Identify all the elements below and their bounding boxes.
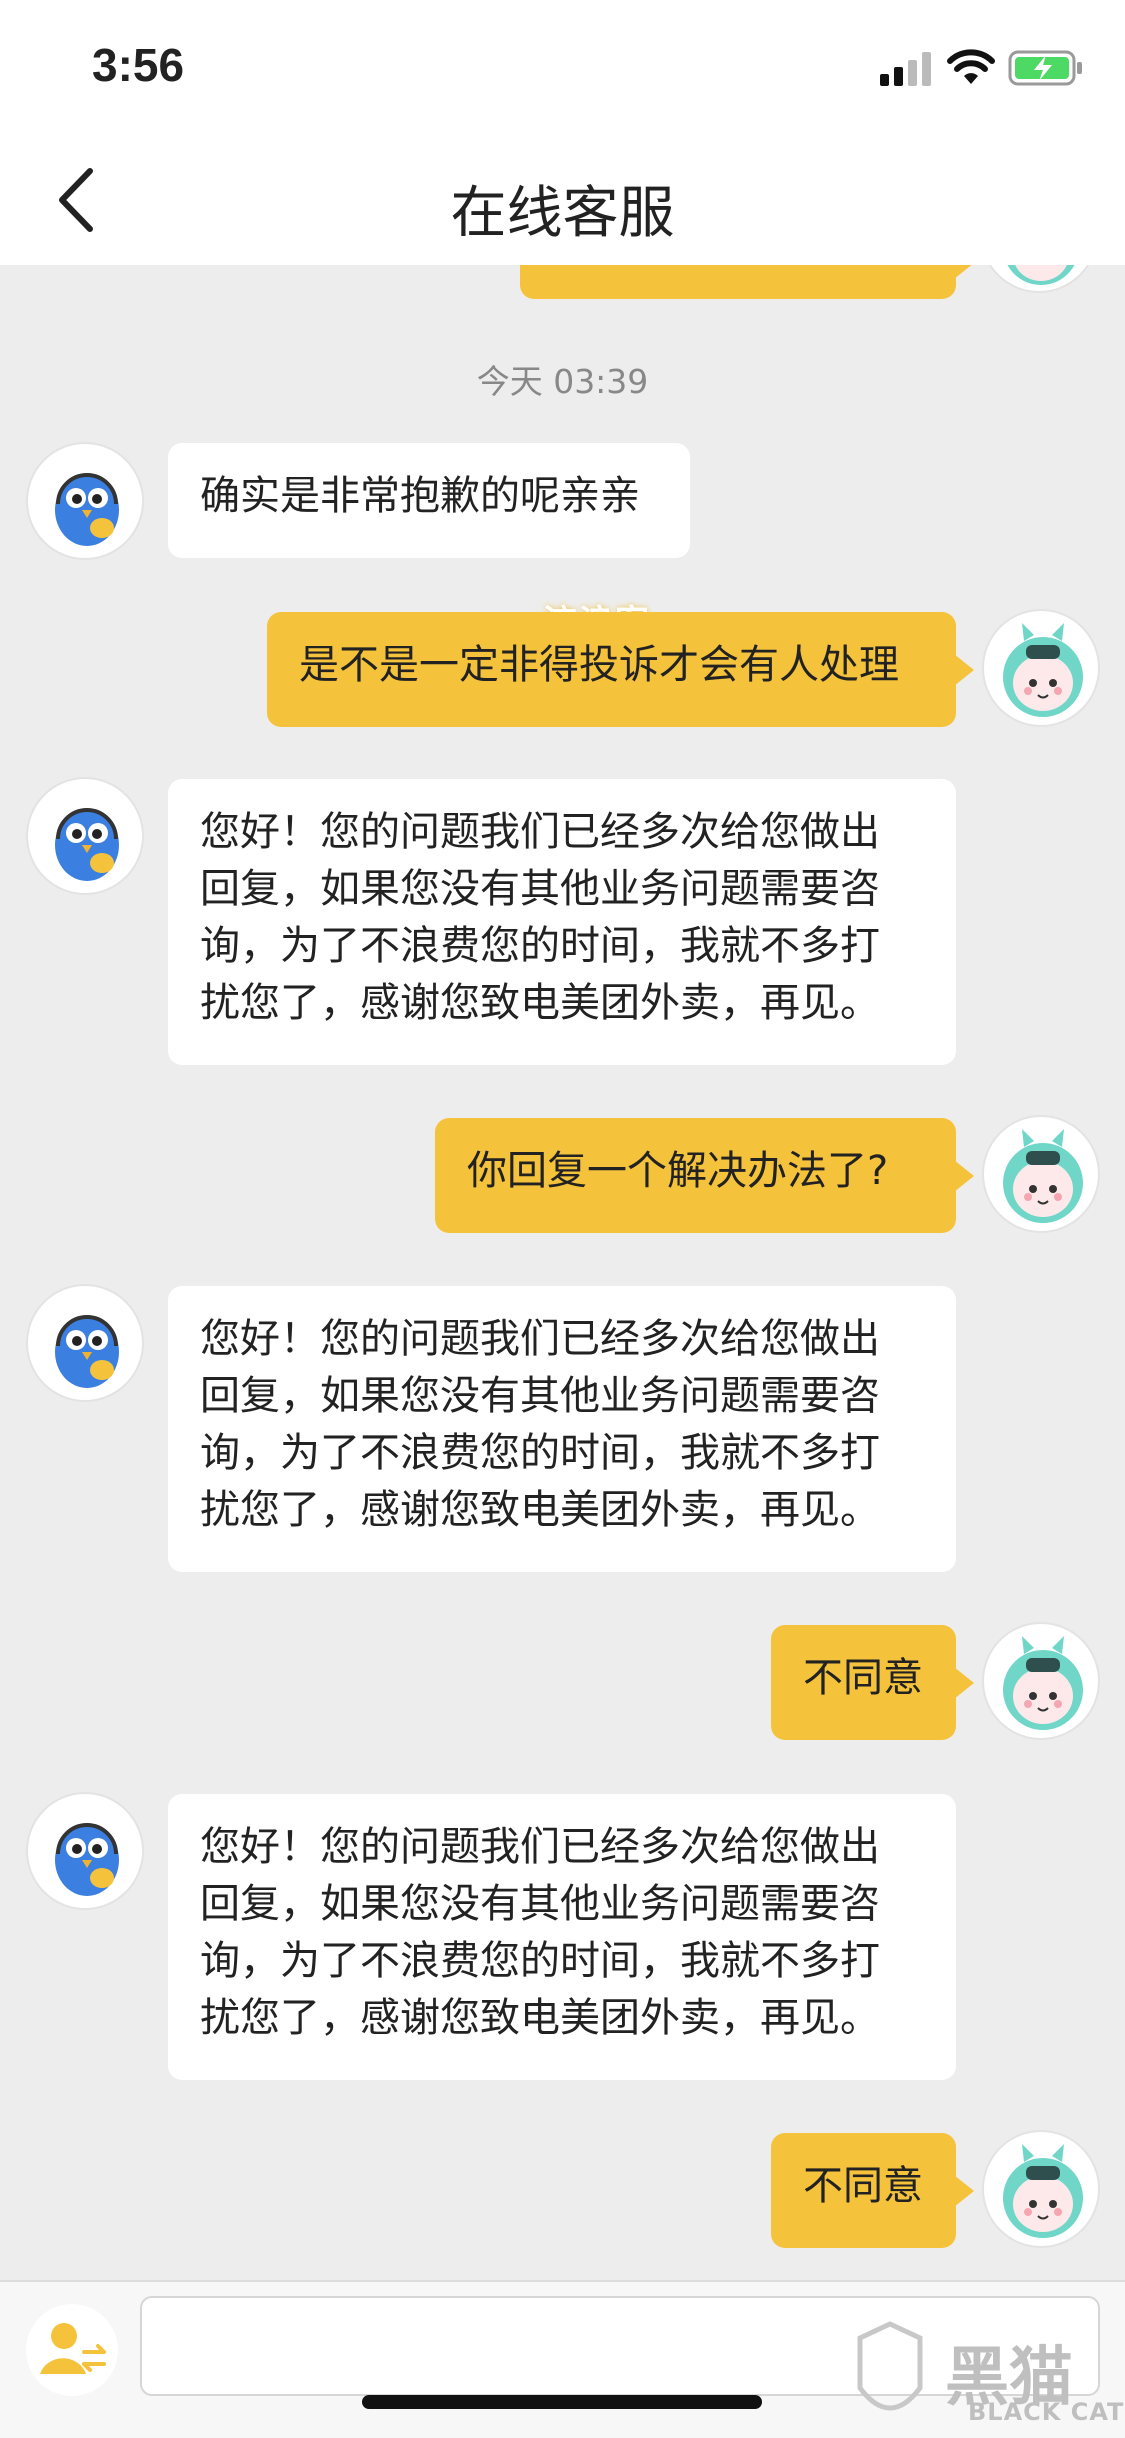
user-message: 不同意 bbox=[771, 1625, 974, 1740]
agent-message: 您好！您的问题我们已经多次给您做出 回复，如果您没有其他业务问题需要咨 询，为了… bbox=[168, 779, 956, 1065]
signal-icon bbox=[880, 52, 931, 86]
agent-message: 您好！您的问题我们已经多次给您做出 回复，如果您没有其他业务问题需要咨 询，为了… bbox=[168, 1794, 956, 2080]
wifi-icon bbox=[947, 49, 995, 84]
transfer-human-icon[interactable] bbox=[24, 2302, 120, 2398]
agent-bird-avatar bbox=[26, 777, 144, 895]
chat-area[interactable]: 今天 03:39 确实是非常抱歉的呢亲亲 流浪客 是不是一定非得投诉才会有人处理 bbox=[0, 265, 1125, 2280]
agent-bird-avatar bbox=[26, 1284, 144, 1402]
battery-icon bbox=[1008, 50, 1082, 86]
nav-bar: 在线客服 bbox=[0, 130, 1125, 265]
chat-timestamp: 今天 03:39 bbox=[476, 362, 649, 401]
brand-watermark-en: BLACK CAT bbox=[968, 2398, 1125, 2426]
black-cat-watermark: 黑猫 BLACK CAT bbox=[850, 2318, 1125, 2436]
user-message: 是不是一定非得投诉才会有人处理 bbox=[267, 612, 974, 727]
page-title: 在线客服 bbox=[450, 181, 675, 246]
agent-message: 您好！您的问题我们已经多次给您做出 回复，如果您没有其他业务问题需要咨 询，为了… bbox=[168, 1286, 956, 1572]
status-time: 3:56 bbox=[92, 39, 185, 91]
user-message: 不同意 bbox=[771, 2133, 974, 2248]
user-robot-avatar bbox=[980, 265, 1098, 293]
agent-message: 确实是非常抱歉的呢亲亲 bbox=[168, 443, 690, 558]
previous-message-partial bbox=[520, 265, 974, 299]
status-bar: 3:56 bbox=[0, 0, 1125, 130]
user-robot-avatar bbox=[982, 1115, 1100, 1233]
agent-bird-avatar bbox=[26, 1792, 144, 1910]
user-robot-avatar bbox=[982, 609, 1100, 727]
user-robot-avatar bbox=[982, 2130, 1100, 2248]
agent-bird-avatar bbox=[26, 442, 144, 560]
user-robot-avatar bbox=[982, 1622, 1100, 1740]
home-indicator bbox=[362, 2395, 762, 2409]
user-message: 你回复一个解决办法了? bbox=[435, 1118, 974, 1233]
